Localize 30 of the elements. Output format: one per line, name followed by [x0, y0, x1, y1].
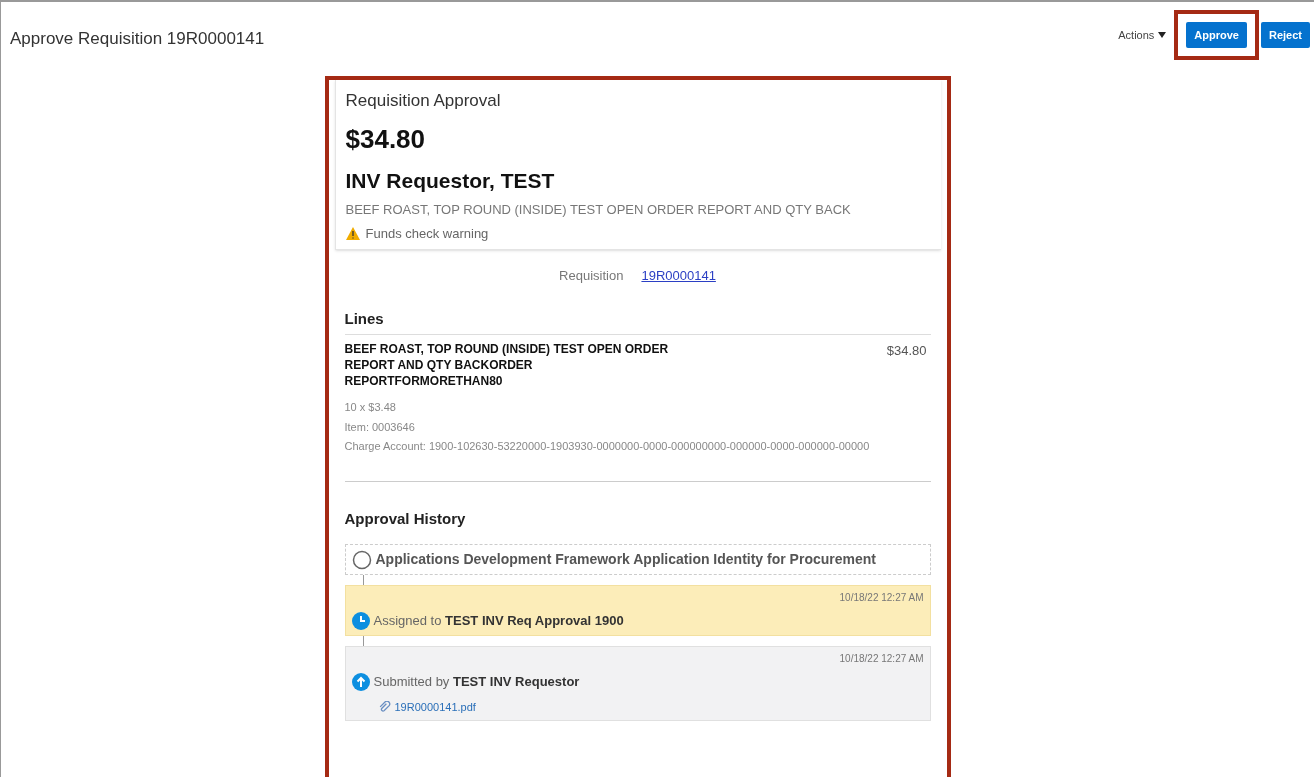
actions-menu[interactable]: Actions: [1118, 26, 1167, 44]
warning-icon: [345, 227, 360, 240]
paperclip-icon: [377, 701, 391, 714]
line-title: BEEF ROAST, TOP ROUND (INSIDE) TEST OPEN ORDER REPORT AND QTY BACKORDER REPORTFORMORETHAN80: [344, 341, 670, 390]
description: BEEF ROAST, TOP ROUND (INSIDE) TEST OPEN ORDER REPORT AND QTY BACK: [345, 201, 852, 220]
section-heading: Lines: [344, 307, 931, 336]
history-text: Applications Development Framework Application Identity for Procurement: [375, 550, 876, 570]
requisition-label: Requisition: [559, 267, 624, 286]
line-detail: 10 x $3.48: [344, 400, 397, 416]
line-detail: Item: 0003646: [344, 419, 416, 435]
warning-text: Funds check warning: [365, 224, 489, 243]
timestamp: 10/18/22 12:27 AM: [839, 651, 924, 666]
approve-button[interactable]: Approve: [1186, 22, 1247, 49]
timestamp: 10/18/22 12:27 AM: [839, 591, 924, 606]
card-title: Requisition Approval: [345, 90, 502, 113]
caret-icon: [1158, 32, 1167, 39]
line-detail: Charge Account: 1900-102630-53220000-1903930-0000000-0000-000000000-000000-0000-000000-00000: [344, 439, 871, 455]
requisition-link[interactable]: 19R0000141: [641, 266, 716, 286]
total-amount: $34.80: [345, 122, 427, 156]
history-text: Submitted by TEST INV Requestor: [373, 672, 580, 691]
page-title: Approve Requisition 19R0000141: [10, 28, 265, 50]
circle-icon: [351, 549, 372, 570]
reject-button[interactable]: Reject: [1260, 22, 1310, 49]
line-amount: $34.80: [886, 342, 927, 361]
history-text: Assigned to TEST INV Req Approval 1900: [373, 612, 624, 631]
section-heading: Approval History: [344, 508, 467, 529]
attachment-link[interactable]: 19R0000141.pdf: [394, 699, 476, 716]
clock-icon: [351, 612, 370, 630]
requester-name: INV Requestor, TEST: [345, 167, 556, 194]
arrow-up-icon: [351, 672, 370, 691]
